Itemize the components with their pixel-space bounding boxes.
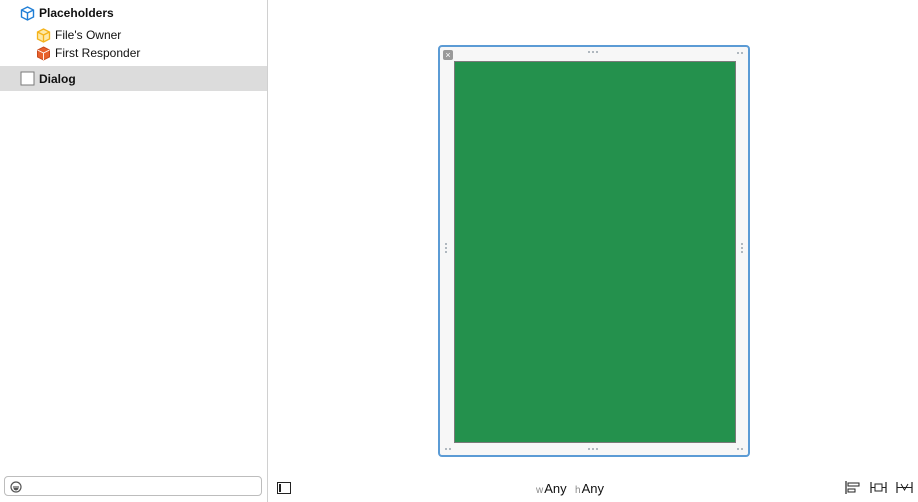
placeholders-label: Placeholders <box>39 6 114 20</box>
resize-handle-left[interactable] <box>445 243 447 253</box>
size-class-height[interactable]: hAny <box>575 481 604 496</box>
outline-filter-field[interactable] <box>4 476 262 496</box>
document-outline: Placeholders File's Owner First Responde… <box>0 0 268 502</box>
green-content-view[interactable] <box>454 61 736 443</box>
width-prefix: w <box>536 485 544 496</box>
resolve-icon[interactable] <box>896 481 913 499</box>
first-responder-icon <box>36 45 51 61</box>
toggle-outline-icon[interactable] <box>277 481 291 499</box>
cube-icon <box>20 5 35 21</box>
outline-row-files-owner[interactable]: File's Owner <box>36 25 121 45</box>
resize-handle-right[interactable] <box>741 243 743 253</box>
filter-icon <box>10 480 22 498</box>
dialog-label: Dialog <box>39 71 76 86</box>
width-value: Any <box>544 481 567 496</box>
outline-row-dialog[interactable]: Dialog <box>0 66 267 91</box>
resize-handle-bottom-right[interactable] <box>737 448 743 450</box>
align-icon[interactable] <box>845 481 860 499</box>
outline-row-placeholders[interactable]: Placeholders <box>20 3 114 23</box>
resize-handle-bottom[interactable] <box>588 448 598 450</box>
dialog-scene[interactable]: × <box>438 45 750 457</box>
resize-handle-top[interactable] <box>588 51 598 53</box>
first-responder-label: First Responder <box>55 46 141 60</box>
outline-row-first-responder[interactable]: First Responder <box>36 43 140 63</box>
files-owner-icon <box>36 27 51 43</box>
size-class-width[interactable]: wAny <box>536 481 567 496</box>
height-value: Any <box>581 481 604 496</box>
files-owner-label: File's Owner <box>55 28 122 42</box>
resize-handle-bottom-left[interactable] <box>445 448 451 450</box>
pin-icon[interactable] <box>870 481 887 499</box>
height-prefix: h <box>575 485 581 496</box>
resize-handle-top-right[interactable] <box>737 52 743 54</box>
view-icon <box>20 71 35 86</box>
close-icon[interactable]: × <box>443 50 453 60</box>
